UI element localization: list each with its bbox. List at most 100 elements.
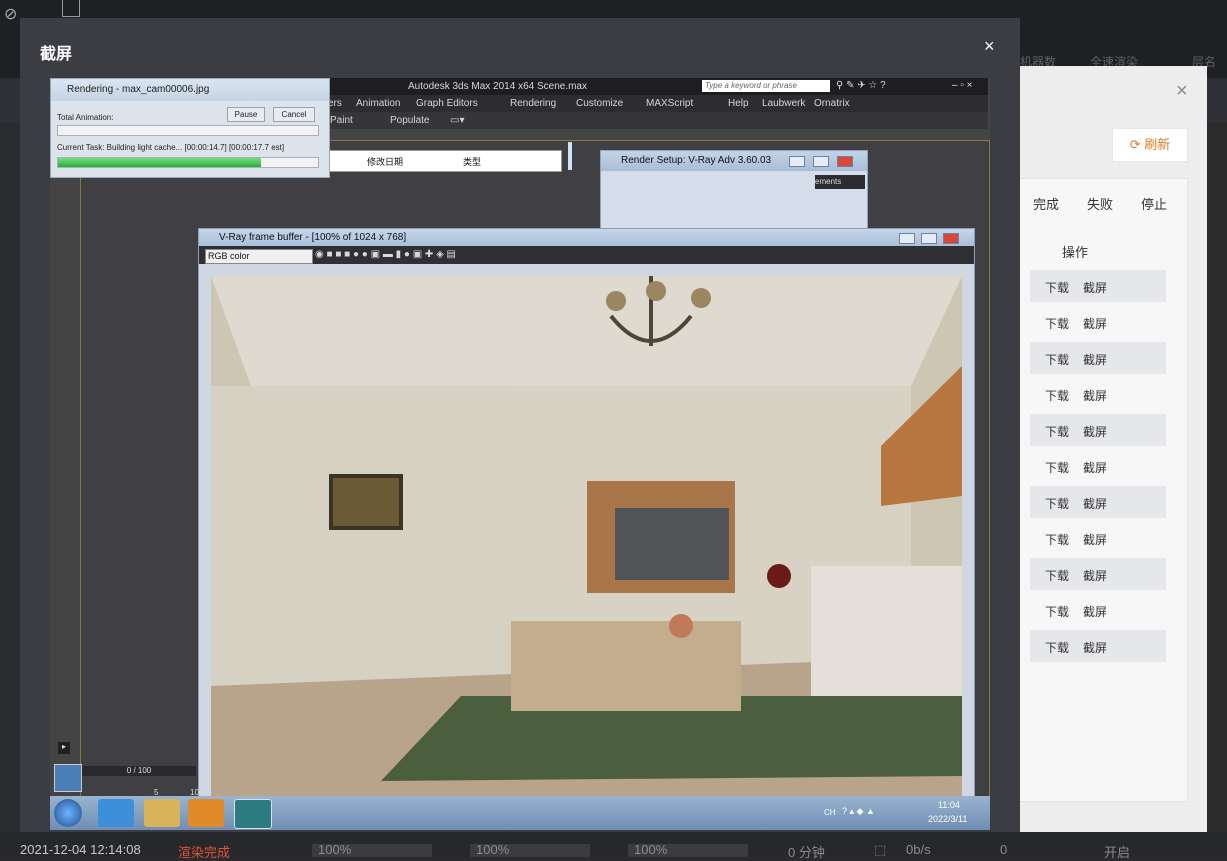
screenshot-link[interactable]: 截屏 — [1083, 531, 1107, 548]
row-time: 0 分钟 — [788, 845, 825, 860]
ime-indicator[interactable]: CH — [824, 808, 836, 817]
max-titlebar: Autodesk 3ds Max 2014 x64 Scene.max Type… — [328, 78, 988, 95]
total-progress-bar — [57, 125, 319, 136]
ribbon-paint[interactable]: Paint — [330, 115, 353, 126]
explorer-col-type: 类型 — [463, 157, 482, 167]
ops-header: 操作 — [1062, 245, 1089, 260]
max-menubar: ers Animation Graph Editors Rendering Custom… — [328, 95, 988, 112]
max-window-controls[interactable]: – ▫ × — [952, 80, 973, 91]
menu-item[interactable]: Ornatrix — [814, 98, 850, 109]
screenshot-link[interactable]: 截屏 — [1083, 351, 1107, 368]
max-toolbar-icons[interactable]: ⚲ ✎ ✈ ☆ ? — [836, 80, 886, 91]
screenshot-link[interactable]: 截屏 — [1083, 423, 1107, 440]
ribbon-populate[interactable]: Populate — [390, 115, 429, 126]
download-link[interactable]: 下载 — [1045, 639, 1069, 656]
row-speed-icon: ⬚ — [874, 842, 887, 857]
screenshot-link[interactable]: 截屏 — [1083, 495, 1107, 512]
minimize-button[interactable] — [789, 156, 805, 167]
3dsmax-taskbar-icon[interactable] — [234, 799, 272, 829]
ie-icon[interactable] — [98, 799, 134, 827]
row-pct1: 100% — [318, 842, 352, 857]
maximize-button[interactable] — [921, 233, 937, 244]
download-link[interactable]: 下载 — [1045, 423, 1069, 440]
menu-item[interactable]: Graph Editors — [416, 98, 478, 109]
menu-item[interactable]: Customize — [576, 98, 623, 109]
frame-slider[interactable]: 0 / 100 — [82, 766, 196, 776]
task-progress-fill — [58, 158, 261, 167]
screenshot-link[interactable]: 截屏 — [1083, 315, 1107, 332]
screenshot-link[interactable]: 截屏 — [1083, 603, 1107, 620]
ribbon-dropdown-icon[interactable]: ▭▾ — [450, 115, 464, 126]
explorer-icon[interactable] — [144, 799, 180, 827]
menu-item[interactable]: MAXScript — [646, 98, 693, 109]
download-link[interactable]: 下载 — [1045, 279, 1069, 296]
maximize-button[interactable] — [813, 156, 829, 167]
row-status: 渲染完成 — [178, 845, 231, 860]
row-speed: 0b/s — [906, 842, 931, 857]
start-button[interactable] — [54, 799, 82, 827]
splitter[interactable] — [568, 142, 572, 170]
download-link[interactable]: 下载 — [1045, 315, 1069, 332]
tray-date: 2022/3/11 — [928, 814, 968, 824]
media-player-icon[interactable] — [188, 799, 224, 827]
row-count: 0 — [1000, 842, 1008, 857]
max-search-input[interactable]: Type a keyword or phrase — [702, 80, 830, 92]
search-icon[interactable] — [62, 0, 80, 17]
list-item: 下载 截屏 — [1030, 270, 1166, 302]
download-link[interactable]: 下载 — [1045, 495, 1069, 512]
minimize-button[interactable] — [899, 233, 915, 244]
screenshot-link[interactable]: 截屏 — [1083, 639, 1107, 656]
viewport-thumbnail[interactable] — [54, 764, 82, 792]
screenshot-image: Autodesk 3ds Max 2014 x64 Scene.max Type… — [50, 78, 990, 830]
tab-stopped[interactable]: 停止 — [1141, 194, 1167, 213]
row-pct2: 100% — [476, 842, 510, 857]
row-pct3: 100% — [634, 842, 668, 857]
download-link[interactable]: 下载 — [1045, 351, 1069, 368]
tray-icons[interactable]: ? ▴ ◆ ▲ — [842, 806, 875, 817]
screenshot-link[interactable]: 截屏 — [1083, 279, 1107, 296]
vray-frame-buffer: V-Ray frame buffer - [100% of 1024 x 768… — [198, 228, 975, 830]
list-item: 下载 截屏 — [1030, 342, 1166, 374]
tray-time: 11:04 — [938, 800, 960, 810]
vfb-tool-icons[interactable]: ◉ ■ ■ ■ ● ● ▣ ▬ ▮ ● ▣ ✚ ◈ ▤ — [315, 249, 456, 260]
tab-failed[interactable]: 失败 — [1087, 194, 1113, 213]
download-link[interactable]: 下载 — [1045, 387, 1069, 404]
tab-complete[interactable]: 完成 — [1033, 194, 1059, 213]
task-row-bottom: 2021-12-04 12:14:08 渲染完成 100% 100% 100% … — [0, 832, 1227, 860]
render-setup-window: Render Setup: V-Ray Adv 3.60.03 ements — [600, 150, 868, 232]
download-link[interactable]: 下载 — [1045, 531, 1069, 548]
download-link[interactable]: 下载 — [1045, 459, 1069, 476]
max-ribbon: Paint Populate ▭▾ — [328, 112, 988, 129]
windows-taskbar: CH ? ▴ ◆ ▲ 11:04 2022/3/11 — [50, 796, 990, 830]
close-button[interactable] — [837, 156, 853, 167]
modal-close-icon[interactable]: × — [984, 36, 995, 57]
rendering-title: Rendering - max_cam00006.jpg — [51, 79, 329, 101]
play-icon[interactable]: ▸ — [58, 742, 70, 754]
row-action[interactable]: 开启 — [1104, 842, 1130, 861]
menu-item[interactable]: Animation — [356, 98, 400, 109]
channel-select[interactable]: RGB color — [205, 249, 313, 264]
room-render — [211, 276, 962, 796]
cancel-button[interactable]: Cancel — [273, 107, 315, 122]
menu-item[interactable]: ers — [328, 98, 342, 109]
menu-item[interactable]: Help — [728, 98, 749, 109]
row-datetime: 2021-12-04 12:14:08 — [20, 842, 141, 857]
list-item: 下载 截屏 — [1030, 306, 1166, 338]
screenshot-link[interactable]: 截屏 — [1083, 387, 1107, 404]
vfb-title: V-Ray frame buffer - [100% of 1024 x 768… — [199, 229, 974, 246]
task-progress-bar — [57, 157, 319, 168]
screenshot-link[interactable]: 截屏 — [1083, 567, 1107, 584]
screenshot-link[interactable]: 截屏 — [1083, 459, 1107, 476]
close-button[interactable] — [943, 233, 959, 244]
current-task-label: Current Task: Building light cache... [0… — [57, 143, 285, 152]
render-setup-tab[interactable]: ements — [815, 175, 865, 189]
list-item: 下载 截屏 — [1030, 486, 1166, 518]
download-link[interactable]: 下载 — [1045, 603, 1069, 620]
refresh-button[interactable]: ⟳ 刷新 — [1112, 128, 1188, 162]
menu-item[interactable]: Rendering — [510, 98, 556, 109]
download-link[interactable]: 下载 — [1045, 567, 1069, 584]
menu-item[interactable]: Laubwerk — [762, 98, 805, 109]
pause-button[interactable]: Pause — [227, 107, 265, 122]
modal-title: 截屏 — [40, 46, 73, 63]
panel-close-icon[interactable]: × — [1176, 80, 1188, 103]
